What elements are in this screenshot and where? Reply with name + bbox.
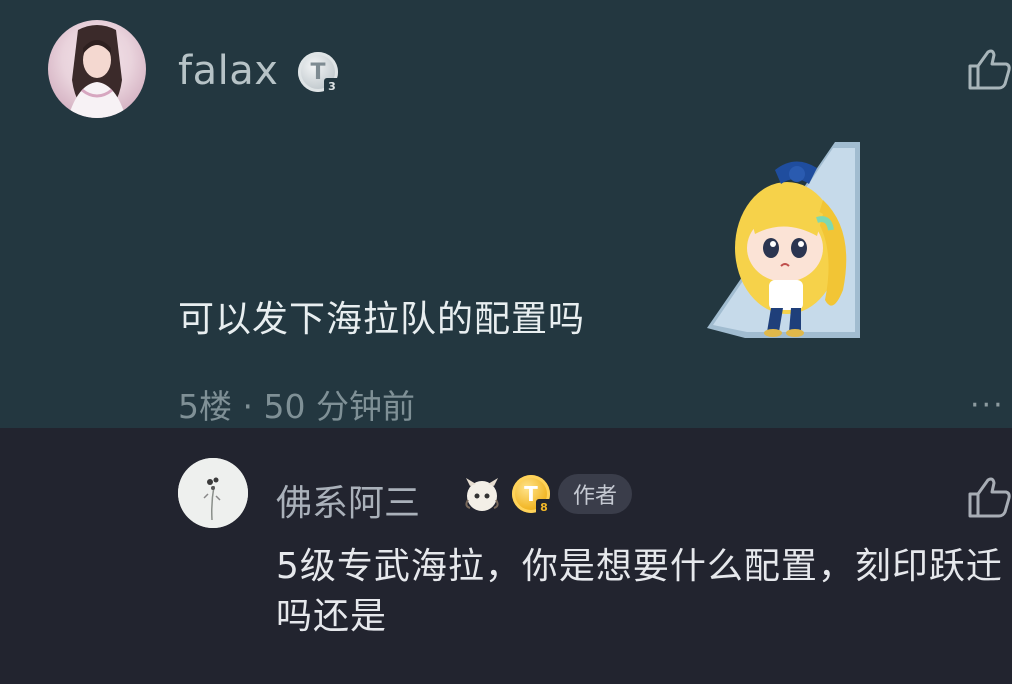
more-dots-icon[interactable]: ···	[970, 388, 1005, 423]
username[interactable]: falax	[178, 48, 278, 94]
thumbs-up-icon[interactable]	[966, 474, 1012, 520]
reply-text: 5级专武海拉，你是想要什么配置，刻印跃迁吗还是	[276, 546, 1003, 637]
anime-girl-sticker	[707, 142, 860, 338]
level-badge-number: 3	[324, 78, 340, 94]
character-badge-icon	[465, 478, 499, 511]
avatar[interactable]	[48, 20, 146, 118]
level-badge-number: 8	[536, 499, 552, 515]
avatar-portrait-icon	[68, 25, 126, 118]
comment-text: 可以发下海拉队的配置吗	[178, 299, 586, 340]
comment-meta: 5楼 · 50 分钟前	[178, 387, 415, 426]
reply-username[interactable]: 佛系阿三	[276, 474, 420, 526]
flower-sketch-icon	[178, 458, 248, 528]
comment-card: falax T 3 可以发下海拉队的配置吗 5楼 · 50 分钟前 ···	[0, 0, 1012, 428]
level-badge: T 3	[298, 52, 340, 94]
author-tag: 作者	[558, 474, 632, 514]
reply-level-badge: T 8	[512, 475, 552, 515]
thumbs-up-icon[interactable]	[966, 46, 1012, 92]
reply-avatar[interactable]	[178, 458, 248, 528]
